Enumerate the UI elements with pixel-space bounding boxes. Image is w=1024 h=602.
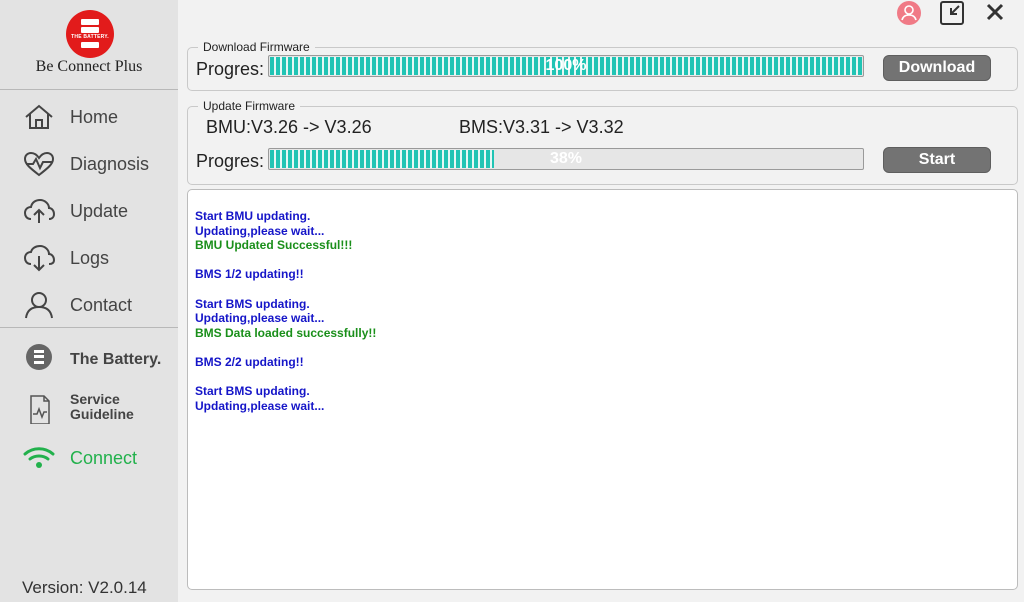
- bms-version-text: BMS:V3.31 -> V3.32: [459, 117, 624, 137]
- group-title: Update Firmware: [198, 99, 301, 113]
- battery-brand-icon: [26, 344, 52, 370]
- log-line: BMS 2/2 updating!!: [195, 354, 304, 369]
- home-icon: [25, 104, 53, 129]
- user-icon: [25, 292, 53, 319]
- progress-text: 38%: [549, 150, 583, 167]
- sidebar-item-label: Contact: [70, 295, 133, 315]
- progress-label: Progres:: [196, 151, 265, 171]
- sidebar-item-label: Connect: [70, 448, 138, 468]
- sidebar-item-contact[interactable]: Contact: [0, 285, 178, 325]
- sidebar-item-service-guideline[interactable]: Service Guideline: [0, 388, 178, 432]
- log-line: BMU Updated Successful!!!: [195, 238, 353, 253]
- battery-logo-icon: THE BATTERY.: [66, 10, 114, 58]
- log-lines: Start BMU updating. Updating,please wait.…: [195, 209, 376, 413]
- heart-pulse-icon: [23, 151, 55, 177]
- progress-label: Progres:: [196, 59, 265, 79]
- app-logo: THE BATTERY. Be Connect Plus: [0, 0, 178, 90]
- log-output-panel[interactable]: Start BMU updating. Updating,please wait.…: [187, 189, 1018, 590]
- bmu-version-text: BMU:V3.26 -> V3.26: [206, 117, 372, 137]
- sidebar: THE BATTERY. Be Connect Plus Home Diagno…: [0, 0, 178, 602]
- wifi-icon: [23, 447, 55, 468]
- log-line: Start BMS updating.: [195, 384, 310, 399]
- app-brand-name: Be Connect Plus: [35, 58, 143, 75]
- log-line: BMS 1/2 updating!!: [195, 267, 304, 282]
- log-line: Start BMU updating.: [195, 209, 311, 223]
- download-firmware-group: Download Firmware Progres: 100% Download: [187, 40, 1018, 91]
- download-progress-bar: 100%: [268, 55, 864, 77]
- update-progress-bar: 38%: [268, 148, 864, 170]
- sidebar-item-label: Update: [70, 201, 129, 221]
- log-line: Updating,please wait...: [195, 223, 325, 238]
- minimize-window-icon[interactable]: [939, 0, 965, 26]
- log-line: Updating,please wait...: [195, 311, 325, 326]
- sidebar-item-label: Service: [70, 391, 120, 407]
- sidebar-item-update[interactable]: Update: [0, 191, 178, 231]
- version-label: Version: V2.0.14: [22, 578, 147, 597]
- sidebar-item-diagnosis[interactable]: Diagnosis: [0, 144, 178, 184]
- sidebar-item-logs[interactable]: Logs: [0, 238, 178, 278]
- sidebar-item-label: Home: [70, 107, 119, 127]
- progress-text: 100%: [545, 57, 587, 74]
- sidebar-item-label: The Battery.: [70, 351, 162, 368]
- close-icon[interactable]: [982, 0, 1008, 26]
- start-button[interactable]: Start: [883, 147, 991, 173]
- group-title: Download Firmware: [198, 40, 315, 54]
- cloud-download-icon: [23, 244, 56, 272]
- update-firmware-group: Update Firmware BMU:V3.26 -> V3.26 BMS:V…: [187, 99, 1018, 185]
- sidebar-item-home[interactable]: Home: [0, 97, 178, 137]
- log-line: BMS Data loaded successfully!!: [195, 325, 377, 340]
- sidebar-divider: [0, 89, 178, 90]
- logo-text: THE BATTERY.: [71, 34, 109, 40]
- log-line: Updating,please wait...: [195, 398, 325, 413]
- sidebar-item-label: Logs: [70, 248, 110, 268]
- sidebar-item-label: Guideline: [70, 406, 134, 422]
- user-profile-icon[interactable]: [896, 0, 922, 26]
- download-button[interactable]: Download: [883, 55, 991, 81]
- sidebar-item-label: Diagnosis: [70, 154, 150, 174]
- document-chart-icon: [30, 395, 50, 424]
- sidebar-divider: [0, 327, 178, 328]
- log-line: Start BMS updating.: [195, 296, 310, 311]
- sidebar-item-the-battery[interactable]: The Battery.: [0, 340, 178, 380]
- cloud-upload-icon: [23, 198, 56, 223]
- sidebar-item-connect[interactable]: Connect: [0, 438, 178, 478]
